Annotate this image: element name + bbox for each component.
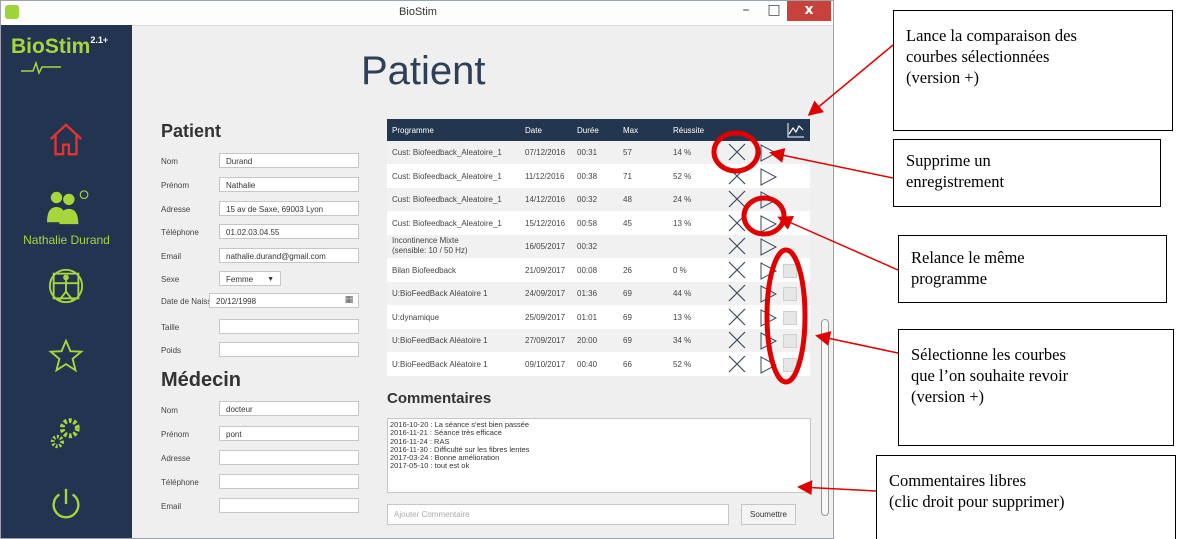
arrow <box>797 480 877 496</box>
arrow <box>769 148 894 179</box>
arrow <box>807 44 894 116</box>
arrow <box>815 331 899 354</box>
highlight-ellipse <box>711 130 761 174</box>
highlight-ellipse <box>741 195 787 237</box>
annotation-overlay <box>711 44 899 496</box>
highlight-ellipse <box>764 247 808 385</box>
